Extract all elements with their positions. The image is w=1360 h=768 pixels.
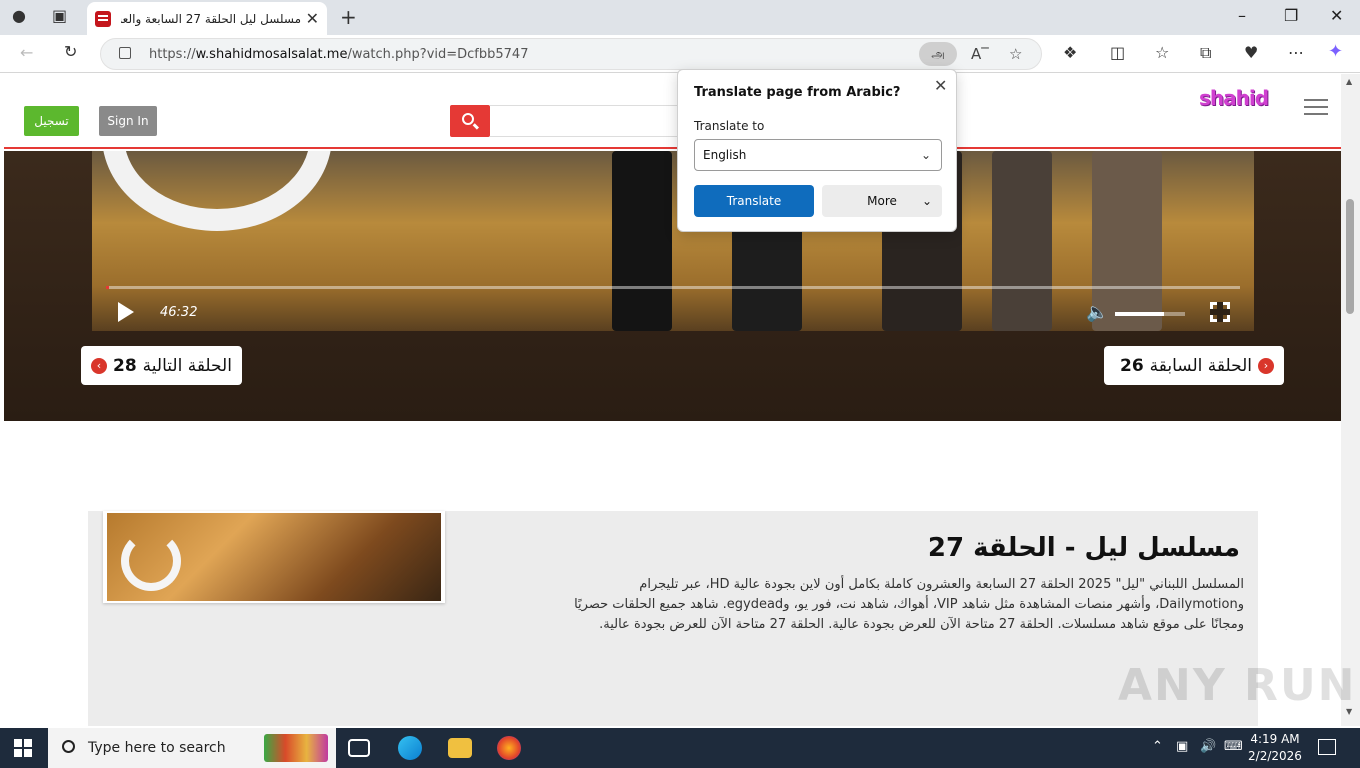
- chevron-left-icon: ‹: [91, 357, 107, 374]
- previous-episode-number: 26: [1120, 355, 1144, 376]
- scroll-thumb[interactable]: [1346, 199, 1354, 314]
- clock-time: 4:19 AM: [1250, 732, 1300, 746]
- progress-bar[interactable]: [106, 286, 1240, 289]
- volume-fill: [1115, 312, 1164, 316]
- translate-button[interactable]: Translate: [694, 185, 814, 217]
- language-value: English: [703, 148, 747, 162]
- close-icon[interactable]: ✕: [934, 76, 947, 95]
- fullscreen-icon[interactable]: [1210, 302, 1230, 322]
- watermark: ANY RUN: [1118, 660, 1357, 711]
- taskbar-search-text: Type here to search: [88, 740, 226, 756]
- browser-tab-bar: ● ▣ مسلسل ليل الحلقة 27 السابعة والعشرون…: [0, 0, 1360, 35]
- screen: ● ▣ مسلسل ليل الحلقة 27 السابعة والعشرون…: [0, 0, 1360, 768]
- tab-title: مسلسل ليل الحلقة 27 السابعة والعشرون: [121, 11, 301, 26]
- scroll-up-icon[interactable]: ▲: [1346, 77, 1352, 86]
- next-episode-button[interactable]: ‹ 28 الحلقة التالية: [81, 346, 242, 385]
- split-screen-icon[interactable]: ◫: [1110, 45, 1125, 61]
- site-logo[interactable]: shahid: [1199, 86, 1269, 110]
- favorite-star-icon[interactable]: ☆: [1009, 45, 1022, 63]
- chevron-down-icon: ⌄: [921, 194, 932, 208]
- page-scrollbar[interactable]: ▲ ▼: [1341, 74, 1360, 726]
- search-icon: [462, 113, 474, 125]
- episode-description: المسلسل اللبناني "ليل" 2025 الحلقة 27 ال…: [574, 577, 1244, 632]
- edge-browser-icon[interactable]: [398, 736, 422, 760]
- translate-popup-title: Translate page from Arabic?: [694, 85, 901, 100]
- read-aloud-icon[interactable]: A‾: [971, 45, 989, 63]
- translate-icon[interactable]: அ: [919, 42, 957, 66]
- register-button[interactable]: تسجيل: [24, 106, 79, 136]
- window-close-icon[interactable]: ✕: [1330, 6, 1343, 25]
- more-button[interactable]: More ⌄: [822, 185, 942, 217]
- performance-icon[interactable]: ♥: [1244, 45, 1258, 61]
- address-bar[interactable]: https://w.shahidmosalsalat.me/watch.php?…: [100, 38, 1042, 70]
- web-page: تسجيل Sign In shahid 46:32 🔈 ‹ 28 الحلقة…: [4, 74, 1341, 726]
- restore-icon[interactable]: ❐: [1284, 6, 1298, 25]
- translate-to-label: Translate to: [694, 119, 765, 133]
- copilot-icon[interactable]: ✦: [1328, 43, 1343, 61]
- previous-episode-label: الحلقة السابقة: [1149, 355, 1252, 376]
- lock-icon[interactable]: [119, 47, 131, 59]
- clock-date: 2/2/2026: [1248, 749, 1302, 763]
- extensions-icon[interactable]: ❖: [1063, 45, 1077, 61]
- tray-chevron-up-icon[interactable]: ⌃: [1152, 739, 1163, 754]
- next-episode-number: 28: [113, 355, 137, 376]
- episode-title: مسلسل ليل - الحلقة 27: [927, 533, 1240, 563]
- tab-close-icon[interactable]: ✕: [306, 9, 319, 28]
- back-icon[interactable]: ←: [20, 45, 33, 61]
- site-favicon-icon: [95, 10, 111, 27]
- language-select[interactable]: English ⌄: [694, 139, 942, 171]
- show-logo-icon: [121, 531, 181, 591]
- search-highlight-icon: [264, 734, 328, 762]
- search-button[interactable]: [450, 105, 490, 137]
- windows-start-icon[interactable]: [14, 739, 32, 757]
- network-icon[interactable]: ▣: [1176, 739, 1188, 754]
- profile-icon[interactable]: ●: [12, 8, 26, 24]
- menu-hamburger-icon[interactable]: [1304, 99, 1328, 120]
- reload-icon[interactable]: ↻: [64, 44, 77, 60]
- video-controls: 46:32 🔈: [92, 286, 1254, 331]
- chevron-right-icon: ›: [1258, 357, 1274, 374]
- show-logo-ring: [102, 151, 332, 231]
- favorites-icon[interactable]: ☆: [1155, 45, 1169, 61]
- previous-episode-button[interactable]: 26 الحلقة السابقة ›: [1104, 346, 1284, 385]
- task-view-icon[interactable]: [348, 739, 370, 757]
- volume-slider[interactable]: [1115, 312, 1185, 316]
- search-input[interactable]: [490, 105, 690, 137]
- volume-icon[interactable]: 🔈: [1086, 302, 1108, 323]
- minimize-icon[interactable]: –: [1238, 6, 1246, 25]
- signin-button[interactable]: Sign In: [99, 106, 157, 136]
- browser-tab-active[interactable]: مسلسل ليل الحلقة 27 السابعة والعشرون ✕: [87, 2, 327, 35]
- more-button-label: More: [867, 194, 897, 208]
- chevron-down-icon: ⌄: [920, 148, 931, 162]
- file-explorer-icon[interactable]: [448, 738, 472, 758]
- video-time: 46:32: [160, 305, 198, 320]
- collections-icon[interactable]: ⧉: [1200, 45, 1211, 61]
- more-menu-icon[interactable]: ⋯: [1288, 45, 1304, 61]
- taskbar-search[interactable]: Type here to search: [48, 728, 336, 768]
- notification-icon[interactable]: [1318, 739, 1336, 755]
- keyboard-icon[interactable]: ⌨: [1224, 739, 1243, 754]
- new-tab-icon[interactable]: +: [340, 7, 357, 27]
- play-icon[interactable]: [118, 302, 134, 322]
- system-clock[interactable]: 4:19 AM 2/2/2026: [1248, 731, 1302, 765]
- url-text: https://w.shahidmosalsalat.me/watch.php?…: [149, 47, 529, 62]
- volume-tray-icon[interactable]: 🔊: [1200, 739, 1216, 754]
- taskbar: Type here to search ⌃ ▣ 🔊 ⌨ 4:19 AM 2/2/…: [0, 728, 1360, 768]
- firefox-icon[interactable]: [497, 736, 521, 760]
- next-episode-label: الحلقة التالية: [142, 355, 232, 376]
- translate-popup: Translate page from Arabic? ✕ Translate …: [677, 69, 957, 232]
- search-icon: [62, 740, 75, 753]
- episode-info-section: مسلسل ليل - الحلقة 27 المسلسل اللبناني "…: [88, 511, 1258, 726]
- tab-actions-icon[interactable]: ▣: [52, 8, 67, 24]
- episode-thumbnail[interactable]: [103, 511, 445, 603]
- thumbnail-image: [107, 513, 441, 601]
- site-header: تسجيل Sign In shahid: [4, 74, 1341, 149]
- browser-toolbar: ← ↻ https://w.shahidmosalsalat.me/watch.…: [0, 35, 1360, 73]
